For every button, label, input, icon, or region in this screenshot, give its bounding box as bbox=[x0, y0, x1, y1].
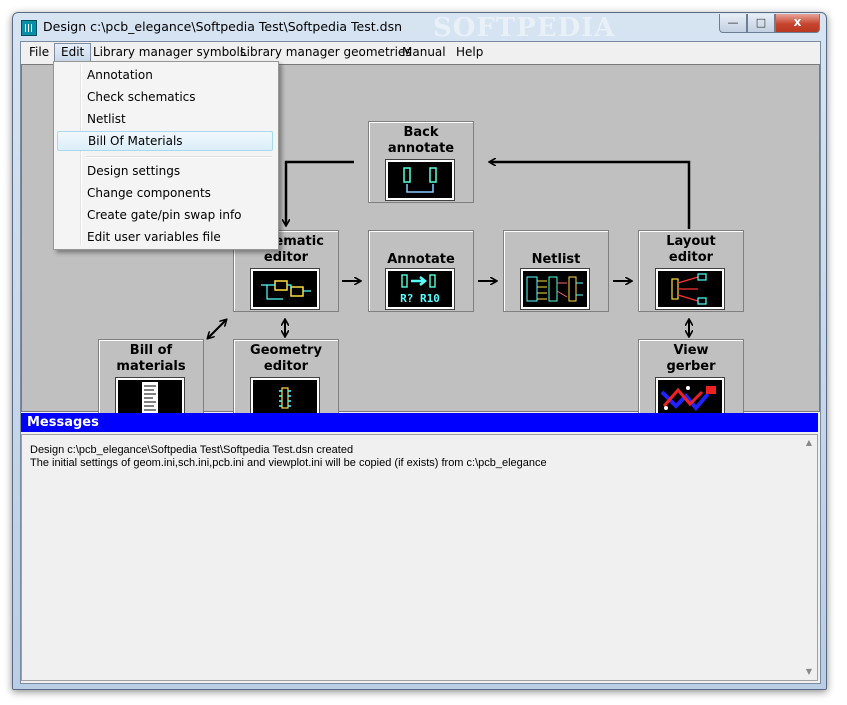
annotate-icon: R? R10 bbox=[385, 268, 455, 310]
messages-header: Messages bbox=[21, 413, 818, 432]
view-gerber-label-2: gerber bbox=[666, 359, 716, 374]
watermark-text: SOFTPEDIA bbox=[433, 13, 616, 43]
arrow-bom-diagonal bbox=[208, 320, 226, 338]
menu-item-design-settings[interactable]: Design settings bbox=[57, 161, 273, 181]
menu-item-edit-user-variables-file[interactable]: Edit user variables file bbox=[57, 227, 273, 247]
app-icon[interactable] bbox=[21, 20, 37, 36]
close-button[interactable]: x bbox=[775, 14, 820, 33]
minimize-button[interactable]: — bbox=[719, 14, 747, 33]
bill-of-materials-label-2: materials bbox=[116, 359, 186, 374]
view-gerber-button[interactable]: View gerber bbox=[638, 339, 744, 421]
bill-of-materials-button[interactable]: Bill of materials bbox=[98, 339, 204, 421]
geometry-editor-label-1: Geometry bbox=[250, 343, 322, 358]
back-annotate-label-2: annotate bbox=[387, 141, 455, 156]
menu-item-bill-of-materials[interactable]: Bill Of Materials bbox=[57, 131, 273, 151]
menu-help[interactable]: Help bbox=[450, 44, 489, 61]
geometry-editor-button[interactable]: Geometry editor bbox=[233, 339, 339, 421]
bill-of-materials-label-1: Bill of bbox=[129, 343, 173, 358]
geometry-editor-icon bbox=[250, 377, 320, 419]
edit-menu-dropdown: Annotation Check schematics Netlist Bill… bbox=[53, 61, 279, 250]
message-line: The initial settings of geom.ini,sch.ini… bbox=[30, 457, 547, 469]
layout-editor-button[interactable]: Layout editor bbox=[638, 230, 744, 312]
menu-manual[interactable]: Manual bbox=[396, 44, 452, 61]
layout-editor-label-1: Layout bbox=[666, 234, 716, 249]
back-annotate-icon bbox=[385, 159, 455, 201]
bill-of-materials-icon bbox=[115, 377, 185, 419]
layout-editor-label-2: editor bbox=[668, 250, 714, 265]
menu-separator bbox=[86, 156, 272, 158]
annotate-icon-text: R? R10 bbox=[400, 292, 440, 305]
messages-pane[interactable]: Design c:\pcb_elegance\Softpedia Test\So… bbox=[21, 434, 818, 681]
menu-bar: File Edit Library manager symbols Librar… bbox=[21, 42, 820, 63]
netlist-icon bbox=[520, 268, 590, 310]
arrow-layout-to-back-annotate bbox=[490, 162, 691, 229]
menu-item-annotation[interactable]: Annotation bbox=[57, 65, 273, 85]
back-annotate-button[interactable]: Back annotate bbox=[368, 121, 474, 203]
menu-edit[interactable]: Edit bbox=[54, 43, 92, 62]
geometry-editor-label-2: editor bbox=[263, 359, 309, 374]
annotate-button[interactable]: Annotate R? R10 bbox=[368, 230, 474, 312]
view-gerber-label-1: View bbox=[673, 343, 709, 358]
netlist-label: Netlist bbox=[531, 252, 581, 267]
maximize-button[interactable]: □ bbox=[747, 14, 775, 33]
menu-item-check-schematics[interactable]: Check schematics bbox=[57, 87, 273, 107]
schematic-editor-icon bbox=[250, 268, 320, 310]
messages-scrollbar[interactable]: ▲ ▼ bbox=[801, 435, 817, 680]
arrow-back-annotate-to-schematic bbox=[286, 160, 354, 225]
message-line: Design c:\pcb_elegance\Softpedia Test\So… bbox=[30, 444, 354, 456]
window-controls: — □ x bbox=[719, 14, 820, 33]
annotate-label: Annotate bbox=[387, 252, 455, 267]
menu-file[interactable]: File bbox=[23, 44, 55, 61]
schematic-editor-label-2: editor bbox=[263, 250, 309, 265]
menu-item-create-gate-pin-swap-info[interactable]: Create gate/pin swap info bbox=[57, 205, 273, 225]
menu-library-manager-geometries[interactable]: Library manager geometries bbox=[234, 44, 418, 61]
title-bar[interactable]: Design c:\pcb_elegance\Softpedia Test\So… bbox=[13, 13, 826, 43]
layout-editor-icon bbox=[655, 268, 725, 310]
menu-library-manager-symbols[interactable]: Library manager symbols bbox=[87, 44, 252, 61]
back-annotate-label-1: Back bbox=[403, 125, 439, 140]
menu-item-change-components[interactable]: Change components bbox=[57, 183, 273, 203]
window-title: Design c:\pcb_elegance\Softpedia Test\So… bbox=[43, 19, 403, 34]
view-gerber-icon bbox=[655, 377, 725, 419]
netlist-button[interactable]: Netlist bbox=[503, 230, 609, 312]
menu-item-netlist[interactable]: Netlist bbox=[57, 109, 273, 129]
scroll-down-icon[interactable]: ▼ bbox=[801, 664, 817, 680]
scroll-up-icon[interactable]: ▲ bbox=[801, 435, 817, 451]
